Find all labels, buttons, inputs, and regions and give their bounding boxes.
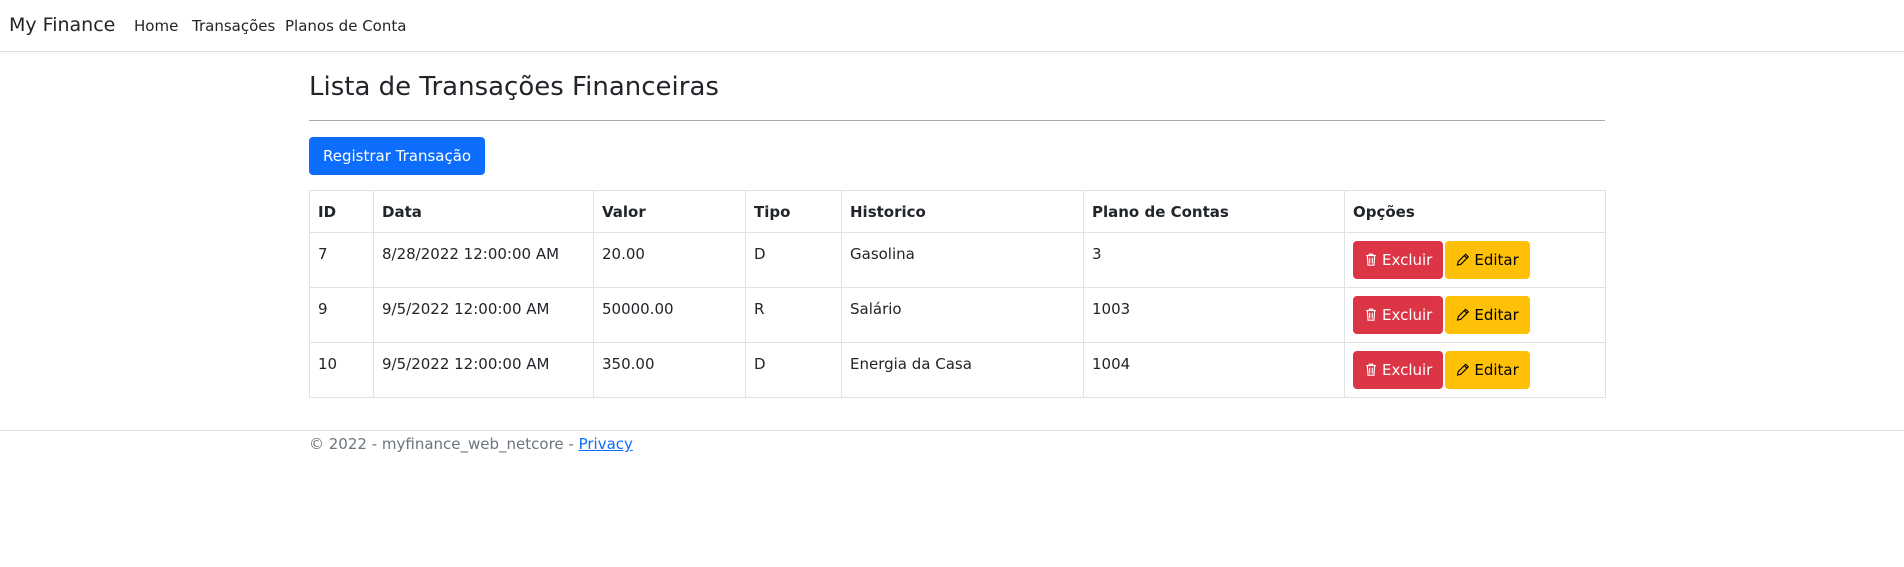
copyright-text: © 2022 - myfinance_web_netcore -	[309, 435, 579, 453]
cell-id: 9	[309, 287, 374, 343]
cell-plano: 1003	[1083, 287, 1345, 343]
cell-tipo: D	[745, 232, 842, 288]
delete-button-label: Excluir	[1382, 251, 1433, 269]
trash-icon	[1366, 308, 1376, 321]
delete-button[interactable]: Excluir	[1353, 296, 1444, 334]
cell-valor: 350.00	[593, 342, 746, 398]
cell-historico: Salário	[841, 287, 1084, 343]
column-header-data: Data	[373, 190, 594, 233]
footer: © 2022 - myfinance_web_netcore - Privacy	[0, 430, 1904, 453]
edit-button[interactable]: Editar	[1445, 241, 1530, 279]
column-header-plano-de-contas: Plano de Contas	[1083, 190, 1345, 233]
column-header-id: ID	[309, 190, 374, 233]
page-title: Lista de Transações Financeiras	[309, 72, 719, 102]
cell-tipo: D	[745, 342, 842, 398]
nav-link-home[interactable]: Home	[134, 17, 178, 35]
cell-historico: Energia da Casa	[841, 342, 1084, 398]
delete-button-label: Excluir	[1382, 306, 1433, 324]
cell-options: Excluir Editar	[1344, 287, 1606, 343]
footer-text: © 2022 - myfinance_web_netcore - Privacy	[309, 435, 633, 453]
privacy-link[interactable]: Privacy	[579, 435, 633, 453]
navbar: My Finance Home Transações Planos de Con…	[0, 0, 1904, 52]
cell-valor: 20.00	[593, 232, 746, 288]
transactions-table: ID Data Valor Tipo Historico Plano de Co…	[309, 190, 1606, 398]
cell-id: 7	[309, 232, 374, 288]
trash-icon	[1366, 253, 1376, 266]
column-header-tipo: Tipo	[745, 190, 842, 233]
cell-historico: Gasolina	[841, 232, 1084, 288]
pencil-icon	[1457, 363, 1470, 376]
cell-id: 10	[309, 342, 374, 398]
delete-button[interactable]: Excluir	[1353, 241, 1444, 279]
delete-button-label: Excluir	[1382, 361, 1433, 379]
table-row: 10 9/5/2022 12:00:00 AM 350.00 D Energia…	[309, 342, 1606, 398]
edit-button-label: Editar	[1474, 306, 1519, 324]
delete-button[interactable]: Excluir	[1353, 351, 1444, 389]
edit-button-label: Editar	[1474, 361, 1519, 379]
cell-data: 9/5/2022 12:00:00 AM	[373, 342, 594, 398]
cell-data: 8/28/2022 12:00:00 AM	[373, 232, 594, 288]
cell-options: Excluir Editar	[1344, 232, 1606, 288]
column-header-historico: Historico	[841, 190, 1084, 233]
nav-link-planos-de-conta[interactable]: Planos de Conta	[285, 17, 406, 35]
table-row: 7 8/28/2022 12:00:00 AM 20.00 D Gasolina…	[309, 232, 1606, 288]
pencil-icon	[1457, 308, 1470, 321]
brand-link[interactable]: My Finance	[9, 14, 115, 36]
edit-button-label: Editar	[1474, 251, 1519, 269]
edit-button[interactable]: Editar	[1445, 351, 1530, 389]
cell-data: 9/5/2022 12:00:00 AM	[373, 287, 594, 343]
pencil-icon	[1457, 253, 1470, 266]
trash-icon	[1366, 363, 1376, 376]
cell-plano: 1004	[1083, 342, 1345, 398]
cell-valor: 50000.00	[593, 287, 746, 343]
nav-link-transacoes[interactable]: Transações	[192, 17, 275, 35]
table-header-row: ID Data Valor Tipo Historico Plano de Co…	[309, 190, 1606, 233]
column-header-valor: Valor	[593, 190, 746, 233]
column-header-opcoes: Opções	[1344, 190, 1606, 233]
table-row: 9 9/5/2022 12:00:00 AM 50000.00 R Salári…	[309, 287, 1606, 343]
cell-options: Excluir Editar	[1344, 342, 1606, 398]
edit-button[interactable]: Editar	[1445, 296, 1530, 334]
title-divider	[309, 120, 1605, 121]
cell-plano: 3	[1083, 232, 1345, 288]
register-transaction-button[interactable]: Registrar Transação	[309, 137, 486, 175]
cell-tipo: R	[745, 287, 842, 343]
